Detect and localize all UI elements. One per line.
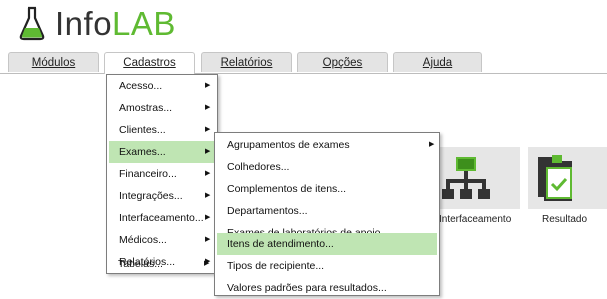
flask-icon <box>19 6 45 41</box>
exames-submenu: Agrupamentos de exames ▶ Colhedores... Co… <box>214 132 440 296</box>
shortcut-resultado[interactable] <box>528 147 607 209</box>
shortcut-resultado-label: Resultado <box>542 214 588 225</box>
tab-cadastros[interactable]: Cadastros <box>104 52 195 74</box>
menu-item-colhedores[interactable]: Colhedores... <box>217 156 437 178</box>
menu-item-acesso[interactable]: Acesso... ▶ <box>109 75 215 97</box>
menu-item-complementos[interactable]: Complementos de itens... <box>217 178 437 200</box>
cadastros-menu: Acesso... ▶ Amostras... ▶ Clientes... ▶ Exa… <box>106 74 218 274</box>
menu-item-interfaceamento[interactable]: Interfaceamento... ▶ <box>109 207 215 229</box>
menu-item-itens-atendimento[interactable]: Itens de atendimento... <box>217 233 437 255</box>
app-logo: InfoLAB <box>18 4 176 44</box>
tab-opcoes[interactable]: Opções <box>297 52 388 72</box>
submenu-arrow-icon: ▶ <box>205 214 211 221</box>
submenu-arrow-icon: ▶ <box>205 170 211 177</box>
tab-modulos[interactable]: Módulos <box>8 52 99 72</box>
menu-item-tipos-recipiente[interactable]: Tipos de recipiente... <box>217 255 437 277</box>
shortcut-interfaceamento-label: Interfaceamento <box>439 214 512 225</box>
network-icon <box>442 157 490 199</box>
menu-item-integracoes[interactable]: Integrações... ▶ <box>109 185 215 207</box>
clipboard-check-icon <box>538 155 572 201</box>
menu-item-departamentos[interactable]: Departamentos... <box>217 200 437 222</box>
menu-item-clientes[interactable]: Clientes... ▶ <box>109 119 215 141</box>
menu-item-exames[interactable]: Exames... ▶ <box>109 141 215 163</box>
tab-relatorios[interactable]: Relatórios <box>201 52 292 72</box>
menu-item-financeiro[interactable]: Financeiro... ▶ <box>109 163 215 185</box>
shortcut-interfaceamento[interactable] <box>438 147 520 209</box>
menu-item-medicos[interactable]: Médicos... ▶ <box>109 229 215 251</box>
submenu-arrow-icon: ▶ <box>204 260 210 267</box>
submenu-arrow-icon: ▶ <box>429 141 435 148</box>
submenu-arrow-icon: ▶ <box>205 236 211 243</box>
submenu-arrow-icon: ▶ <box>205 148 211 155</box>
menu-item-agrupamentos[interactable]: Agrupamentos de exames ▶ <box>217 134 437 156</box>
submenu-arrow-icon: ▶ <box>205 104 211 111</box>
submenu-arrow-icon: ▶ <box>205 192 211 199</box>
menu-item-amostras[interactable]: Amostras... ▶ <box>109 97 215 119</box>
menu-item-tabelas[interactable]: Tabelas... ▶ <box>108 253 214 275</box>
submenu-arrow-icon: ▶ <box>205 82 211 89</box>
menubar: Módulos Cadastros Relatórios Opções Ajud… <box>0 52 607 74</box>
tab-ajuda[interactable]: Ajuda <box>393 52 482 72</box>
submenu-arrow-icon: ▶ <box>205 126 211 133</box>
app-title: InfoLAB <box>55 5 176 42</box>
